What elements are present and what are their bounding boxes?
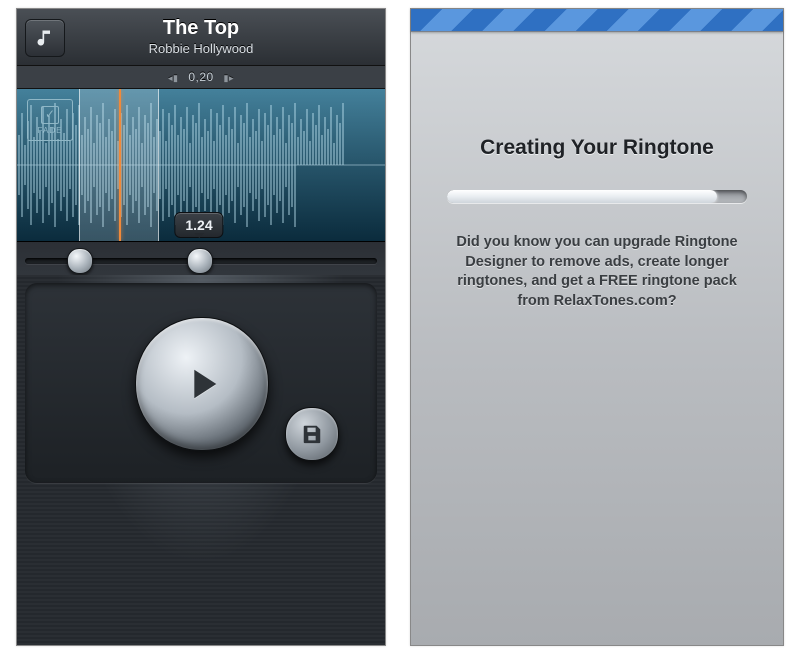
save-button[interactable] bbox=[285, 407, 339, 461]
progress-fill bbox=[447, 190, 717, 203]
play-button[interactable] bbox=[135, 317, 269, 451]
checkbox-icon bbox=[41, 106, 59, 124]
trim-handle-time-bubble: 1.24 bbox=[174, 212, 223, 238]
time-ruler: ◂▮ 0,20 ▮▸ bbox=[17, 66, 385, 89]
creating-ringtone-screen: Creating Your Ringtone Did you know you … bbox=[410, 8, 784, 646]
track-artist: Robbie Hollywood bbox=[17, 41, 385, 56]
loading-body-text: Did you know you can upgrade Ringtone De… bbox=[447, 233, 747, 311]
control-deck bbox=[17, 275, 385, 645]
playhead[interactable] bbox=[119, 89, 121, 241]
rewind-marker-icon: ◂▮ bbox=[168, 73, 178, 83]
fade-label: FADE bbox=[38, 126, 63, 135]
trim-handle-time-label: 1.24 bbox=[185, 217, 212, 233]
play-icon bbox=[180, 362, 224, 406]
track-title: The Top bbox=[17, 17, 385, 40]
editor-header: The Top Robbie Hollywood bbox=[17, 9, 385, 66]
trim-slider[interactable]: 1.24 bbox=[17, 242, 385, 279]
progress-bar bbox=[447, 190, 747, 203]
fade-toggle[interactable]: FADE bbox=[27, 99, 73, 141]
time-center-label: 0,20 bbox=[188, 70, 213, 84]
trim-handle-end[interactable] bbox=[187, 248, 213, 274]
trim-handle-start[interactable] bbox=[67, 248, 93, 274]
header-stripe bbox=[411, 9, 783, 32]
ringtone-editor-screen: The Top Robbie Hollywood ◂▮ 0,20 ▮▸ bbox=[16, 8, 386, 646]
control-well bbox=[25, 283, 377, 483]
save-icon bbox=[301, 423, 323, 445]
loading-title: Creating Your Ringtone bbox=[411, 136, 783, 160]
forward-marker-icon: ▮▸ bbox=[224, 73, 234, 83]
